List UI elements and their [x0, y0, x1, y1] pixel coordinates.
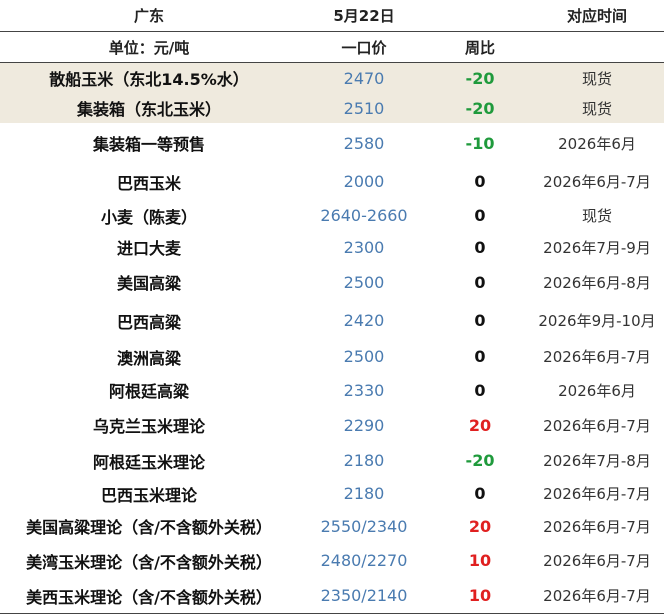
price-table: 广东 5月22日 对应时间 单位：元/吨 一口价 周比 散船玉米（东北14.5%…: [0, 0, 664, 614]
price-cell: 2550/2340: [320, 516, 408, 536]
period-cell: 2026年6月-7月: [543, 348, 651, 366]
period-cell: 现货: [530, 62, 664, 93]
change-cell: 20: [468, 415, 492, 435]
commodity-name-cell: 澳洲高粱: [116, 348, 181, 368]
table-row: 集装箱一等预售 2580 -10 2026年6月: [0, 123, 664, 163]
table-row: 巴西玉米理论 2180 0 2026年6月-7月: [0, 478, 664, 509]
commodity-name-cell: 巴西玉米理论: [100, 485, 197, 505]
period-cell: 2026年6月: [558, 134, 636, 153]
commodity-name-cell: 阿根廷玉米理论: [92, 452, 205, 472]
price-cell: 2500: [343, 272, 385, 292]
table-row: 阿根廷玉米理论 2180 -20 2026年7月-8月: [0, 443, 664, 478]
period-header: 对应时间: [530, 0, 664, 32]
commodity-name-cell: 美国高粱: [116, 274, 181, 293]
change-cell: 0: [474, 311, 486, 330]
table-row: 散船玉米（东北14.5%水） 2470 -20 现货: [0, 62, 664, 93]
price-cell: 2640-2660: [320, 206, 408, 225]
period-cell: 2026年6月-7月: [543, 173, 651, 191]
period-cell: 2026年9月-10月: [538, 312, 656, 330]
blank-header: [430, 0, 530, 32]
commodity-name-cell: 进口大麦: [116, 239, 181, 258]
price-cell: 2300: [343, 237, 385, 257]
period-cell: 现货: [530, 93, 664, 123]
date-header: 5月22日: [298, 0, 430, 32]
change-cell: -20: [465, 451, 495, 470]
commodity-name-cell: 小麦（陈麦）: [100, 207, 197, 227]
change-cell: 0: [474, 272, 486, 292]
period-cell: 2026年6月: [558, 381, 636, 400]
commodity-name-cell: 美湾玉米理论（含/不含额外关税）: [26, 552, 272, 572]
header-row-top: 广东 5月22日 对应时间: [0, 0, 664, 32]
change-cell: -10: [465, 133, 495, 153]
price-column-header: 一口价: [298, 31, 430, 63]
commodity-name-cell: 乌克兰玉米理论: [92, 417, 205, 436]
change-cell: 10: [468, 551, 492, 570]
commodity-name-cell: 散船玉米（东北14.5%水）: [0, 62, 298, 93]
table-row: 美国高粱理论（含/不含额外关税） 2550/2340 20 2026年6月-7月: [0, 509, 664, 543]
price-cell: 2180: [343, 484, 385, 503]
change-cell: 0: [474, 347, 486, 366]
commodity-name-cell: 集装箱（东北玉米）: [0, 93, 298, 123]
price-cell: 2420: [343, 311, 385, 330]
table-row: 巴西高粱 2420 0 2026年9月-10月: [0, 301, 664, 340]
commodity-name-cell: 集装箱一等预售: [92, 135, 205, 154]
table-row: 美国高粱 2500 0 2026年6月-8月: [0, 263, 664, 301]
change-cell: 0: [474, 237, 486, 257]
period-cell: 2026年6月-7月: [543, 517, 651, 536]
unit-header: 单位：元/吨: [0, 31, 298, 63]
price-cell: 2290: [343, 415, 385, 435]
change-cell: 0: [474, 206, 486, 225]
price-cell: 2180: [343, 451, 385, 470]
period-cell: 现货: [581, 207, 612, 225]
table-row: 巴西玉米 2000 0 2026年6月-7月: [0, 163, 664, 200]
commodity-name-cell: 美西玉米理论（含/不含额外关税）: [0, 578, 298, 614]
commodity-name-cell: 美国高粱理论（含/不含额外关税）: [26, 518, 272, 537]
change-cell: 0: [474, 484, 486, 503]
period-cell: 2026年6月-7月: [543, 552, 651, 570]
table-row: 美湾玉米理论（含/不含额外关税） 2480/2270 10 2026年6月-7月: [0, 543, 664, 578]
period-cell: 2026年6月-7月: [543, 416, 651, 435]
region-header: 广东: [0, 0, 298, 32]
price-cell: 2470: [298, 62, 430, 93]
period-cell: 2026年6月-7月: [530, 578, 664, 614]
change-cell: 20: [468, 516, 492, 536]
change-cell: 0: [474, 172, 486, 191]
table-row: 小麦（陈麦） 2640-2660 0 现货: [0, 200, 664, 231]
price-cell: 2330: [343, 380, 385, 400]
change-cell: 10: [430, 578, 530, 614]
period-cell: 2026年6月-8月: [543, 273, 651, 292]
price-cell: 2350/2140: [298, 578, 430, 614]
price-cell: 2510: [298, 93, 430, 123]
table-row: 进口大麦 2300 0 2026年7月-9月: [0, 231, 664, 263]
commodity-name-cell: 巴西高粱: [116, 312, 181, 332]
price-cell: 2000: [343, 172, 385, 191]
change-cell: -20: [430, 62, 530, 93]
table-row: 集装箱（东北玉米） 2510 -20 现货: [0, 93, 664, 123]
commodity-name-cell: 巴西玉米: [116, 173, 181, 193]
price-cell: 2480/2270: [320, 551, 408, 570]
period-cell: 2026年7月-9月: [543, 238, 651, 257]
header-row-columns: 单位：元/吨 一口价 周比: [0, 31, 664, 63]
blank-column-header: [530, 31, 664, 63]
change-cell: 0: [474, 380, 486, 400]
change-column-header: 周比: [430, 31, 530, 63]
price-cell: 2500: [343, 347, 385, 366]
table-row: 阿根廷高粱 2330 0 2026年6月: [0, 373, 664, 407]
table-row: 乌克兰玉米理论 2290 20 2026年6月-7月: [0, 407, 664, 443]
change-cell: -20: [430, 93, 530, 123]
period-cell: 2026年7月-8月: [543, 452, 651, 470]
table-row: 美西玉米理论（含/不含额外关税） 2350/2140 10 2026年6月-7月: [0, 578, 664, 614]
price-cell: 2580: [343, 133, 385, 153]
commodity-name-cell: 阿根廷高粱: [108, 382, 189, 401]
period-cell: 2026年6月-7月: [543, 485, 651, 503]
table-row: 澳洲高粱 2500 0 2026年6月-7月: [0, 340, 664, 373]
